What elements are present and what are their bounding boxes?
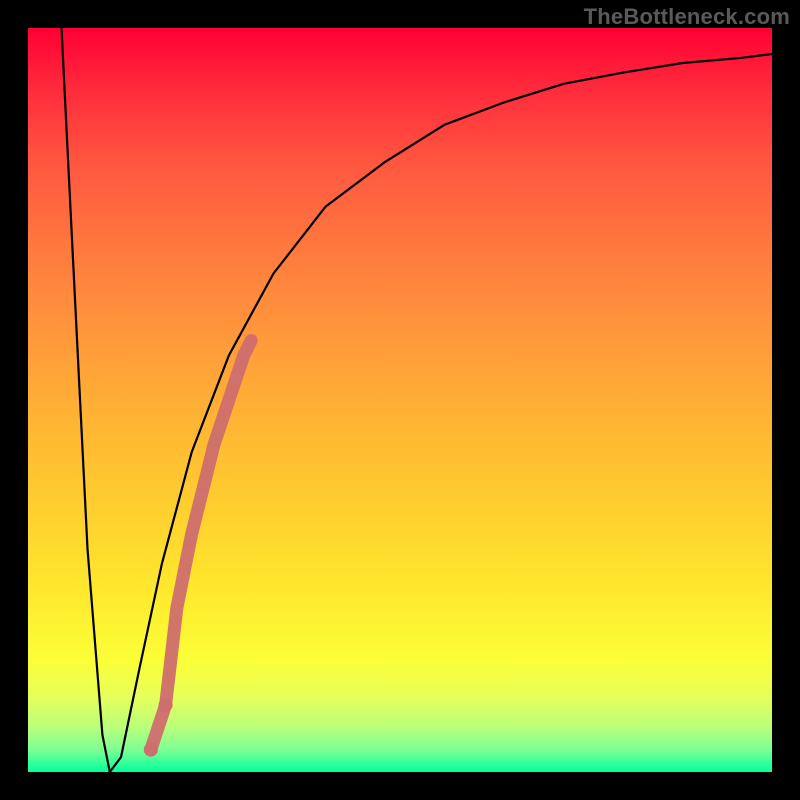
chart-frame: TheBottleneck.com — [0, 0, 800, 800]
chart-svg — [28, 28, 772, 772]
marker-dots — [144, 341, 251, 757]
watermark-text: TheBottleneck.com — [584, 4, 790, 30]
plot-area — [28, 28, 772, 772]
